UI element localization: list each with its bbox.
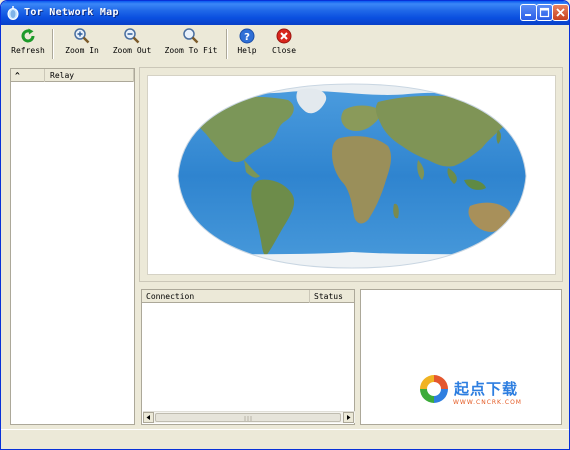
close-label: Close [271, 46, 297, 55]
zoom-to-fit-label: Zoom To Fit [164, 46, 218, 55]
toolbar: Refresh Zoom In Zoom Out Zoom To Fit ? H… [2, 25, 569, 63]
scroll-right-button[interactable] [343, 412, 354, 423]
connection-list[interactable]: Connection Status [141, 289, 355, 425]
connection-column-label: Connection [146, 292, 195, 301]
zoom-to-fit-icon [183, 28, 199, 44]
cncrk-logo-icon [420, 375, 448, 403]
zoom-out-label: Zoom Out [112, 46, 152, 55]
refresh-button[interactable]: Refresh [10, 27, 46, 61]
window-close-icon [556, 8, 565, 17]
toolbar-separator [52, 29, 54, 59]
watermark-logo: 起点下载 WWW.CNCRK.COM [417, 370, 537, 410]
connection-list-header: Connection Status [142, 290, 354, 303]
status-column-header[interactable]: Status [310, 290, 354, 303]
minimize-icon [525, 14, 531, 16]
toolbar-separator [226, 29, 228, 59]
relay-list[interactable]: ^ Relay [10, 68, 135, 425]
help-label: Help [237, 46, 257, 55]
maximize-button[interactable] [536, 4, 553, 21]
help-button[interactable]: ? Help [234, 27, 260, 61]
refresh-icon [21, 28, 35, 43]
relay-column-label: Relay [50, 71, 75, 80]
zoom-out-button[interactable]: Zoom Out [110, 27, 154, 61]
zoom-out-icon [124, 28, 140, 44]
zoom-in-button[interactable]: Zoom In [62, 27, 102, 61]
grip-icon [244, 416, 252, 421]
title-bar[interactable]: Tor Network Map [1, 1, 569, 25]
zoom-to-fit-button[interactable]: Zoom To Fit [162, 27, 220, 61]
watermark-site: WWW.CNCRK.COM [453, 399, 522, 406]
close-icon [276, 28, 292, 44]
sort-column-header[interactable]: ^ [11, 69, 45, 82]
zoom-in-icon [74, 28, 90, 44]
refresh-label: Refresh [11, 46, 45, 55]
status-bar [1, 429, 569, 449]
status-column-label: Status [314, 292, 343, 301]
scrollbar-thumb[interactable] [155, 413, 341, 422]
horizontal-scrollbar[interactable] [143, 411, 355, 423]
map-canvas[interactable] [147, 75, 556, 275]
connection-column-header[interactable]: Connection [142, 290, 310, 303]
scroll-left-button[interactable] [143, 412, 154, 423]
right-arrow-icon [347, 415, 351, 420]
world-map-image [177, 83, 527, 269]
main-window: Tor Network Map Refresh Zoom In Zoom Out… [0, 0, 570, 450]
window-title: Tor Network Map [24, 7, 119, 18]
relay-column-header[interactable]: Relay [45, 69, 134, 82]
left-arrow-icon [146, 415, 150, 420]
watermark-brand: 起点下载 [454, 380, 519, 398]
help-icon: ? [239, 28, 255, 44]
minimize-button[interactable] [520, 4, 537, 21]
map-panel [139, 67, 563, 282]
tor-onion-icon [7, 6, 19, 20]
zoom-in-label: Zoom In [65, 46, 99, 55]
window-close-button[interactable] [552, 4, 569, 21]
horizontal-splitter[interactable] [139, 283, 563, 288]
sort-arrow-icon: ^ [15, 71, 20, 80]
close-button[interactable]: Close [270, 27, 298, 61]
svg-text:?: ? [244, 32, 250, 43]
maximize-icon [539, 7, 550, 18]
relay-list-header: ^ Relay [11, 69, 134, 82]
